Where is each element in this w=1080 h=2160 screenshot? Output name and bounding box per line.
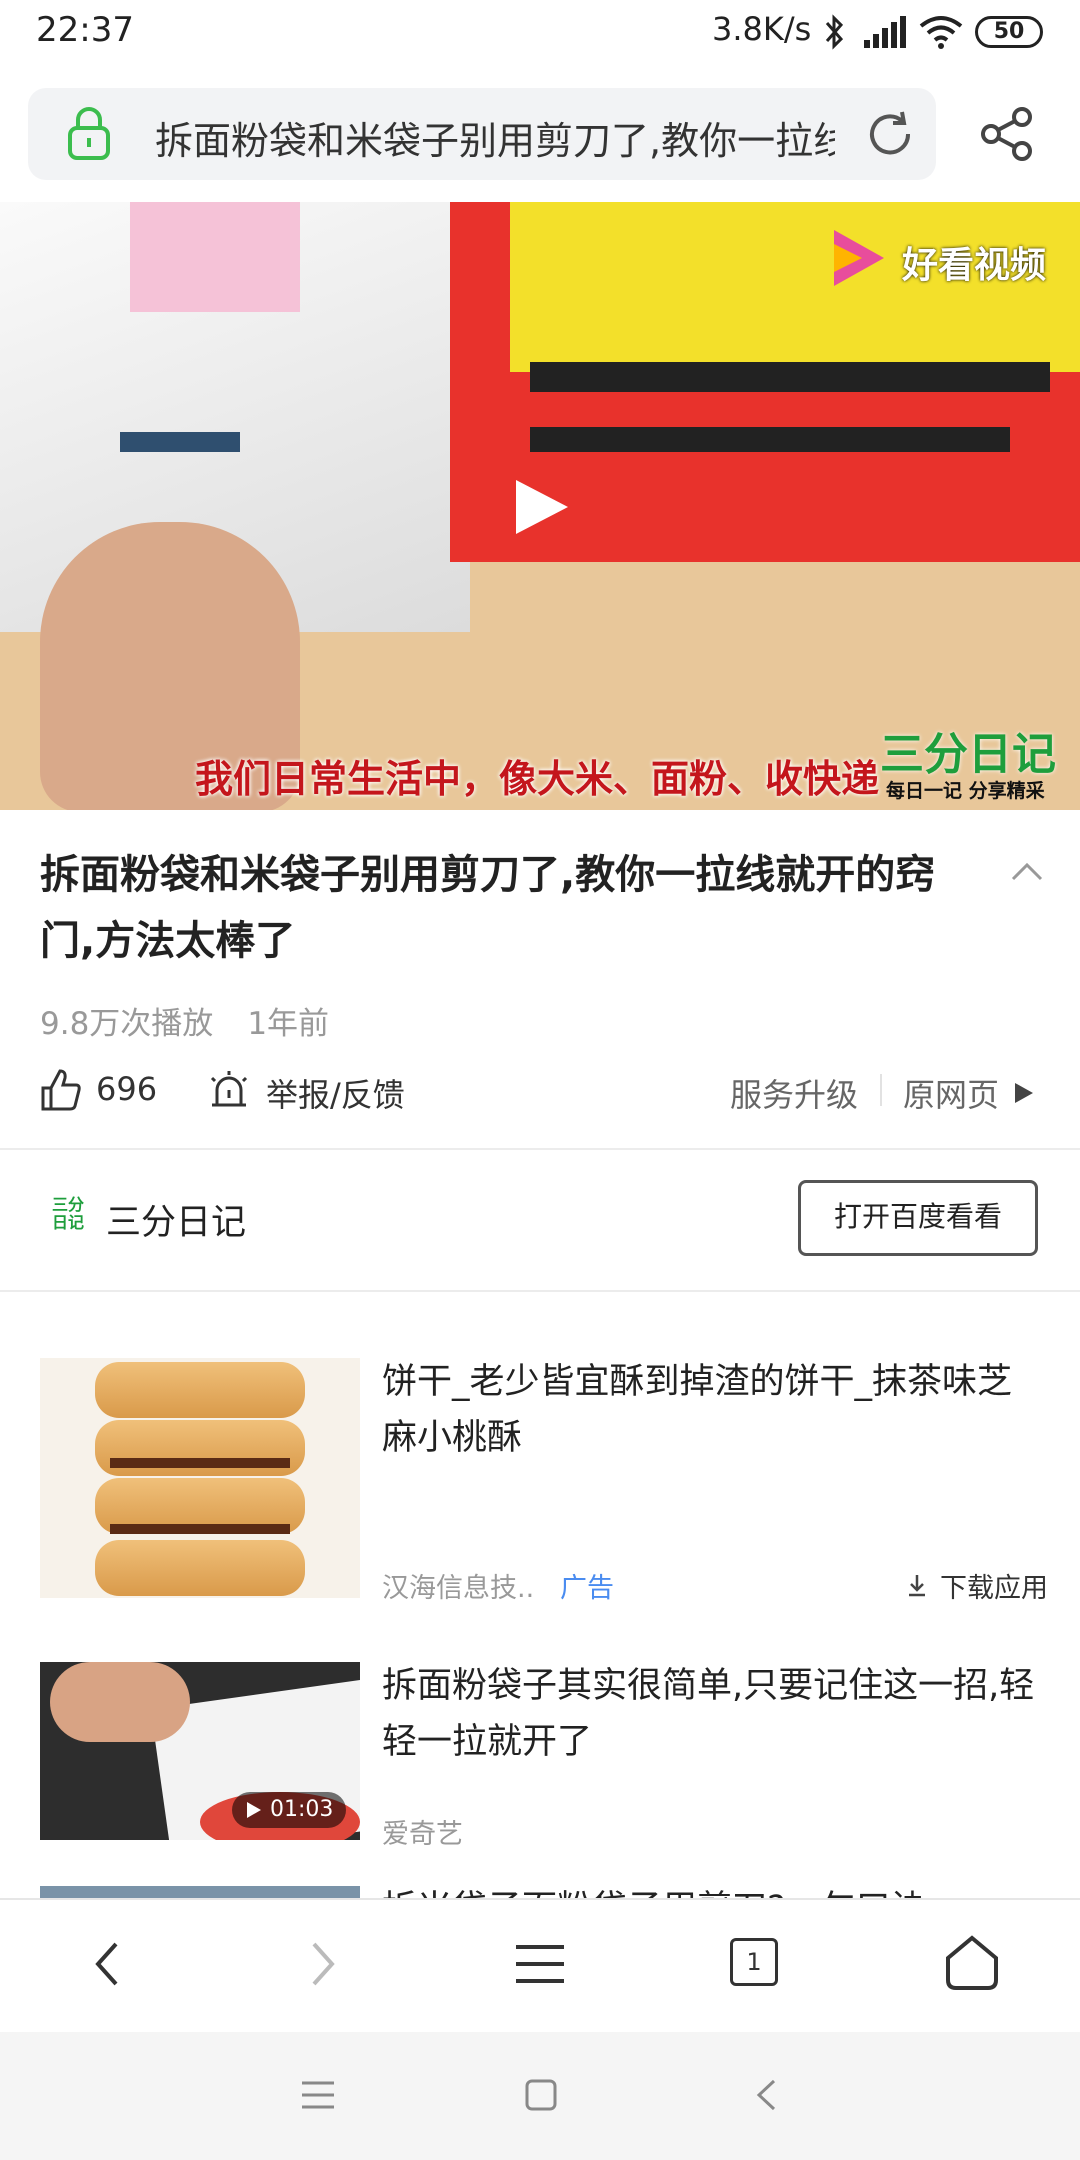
feed-item-title[interactable]: 饼干_老少皆宜酥到掉渣的饼干_抹茶味芝麻小桃酥 — [382, 1354, 1042, 1466]
video-title: 拆面粉袋和米袋子别用剪刀了,教你一拉线就开的窍门,方法太棒了 — [40, 852, 936, 964]
author-logo[interactable]: 三分日记 — [48, 1196, 88, 1236]
lock-icon[interactable] — [66, 106, 112, 160]
system-home-icon[interactable] — [524, 2078, 558, 2112]
thumb-biscuit-filling — [110, 1458, 290, 1468]
report-alarm-icon[interactable] — [206, 1068, 252, 1110]
divider — [0, 1290, 1080, 1292]
forward-icon[interactable] — [292, 1934, 352, 1994]
share-icon[interactable] — [980, 106, 1034, 162]
status-time: 22:37 — [36, 10, 134, 50]
video-subtitle: 我们日常生活中，像大米、面粉、收快递 — [195, 757, 880, 801]
divider — [880, 1074, 882, 1106]
like-count[interactable]: 696 — [96, 1070, 157, 1108]
play-arrow-icon[interactable] — [1012, 1080, 1036, 1106]
play-icon[interactable] — [512, 476, 572, 538]
thumb-hand — [50, 1662, 190, 1742]
haokan-logo-icon — [834, 230, 884, 286]
video-duration: 01:03 — [270, 1797, 334, 1822]
ad-badge: 广告 — [560, 1573, 614, 1604]
feed-item-title[interactable]: 拆面粉袋子其实很简单,只要记住这一招,轻轻一拉就开了 — [382, 1658, 1042, 1770]
service-upgrade-link[interactable]: 服务升级 — [730, 1070, 858, 1116]
author-name[interactable]: 三分日记 — [106, 1194, 246, 1245]
play-icon — [247, 1802, 261, 1818]
download-icon[interactable] — [906, 1572, 928, 1598]
signal-icon — [864, 16, 906, 48]
back-icon[interactable] — [78, 1934, 138, 1994]
feed-item-source: 汉海信息技.. — [382, 1573, 535, 1604]
report-feedback-link[interactable]: 举报/反馈 — [266, 1070, 405, 1116]
video-watermark: 好看视频 — [902, 245, 1047, 286]
video-scene-bag-stripe — [120, 432, 240, 452]
tabs-button[interactable]: 1 — [730, 1938, 778, 1986]
system-back-icon[interactable] — [754, 2078, 778, 2112]
video-brand-slogan: 每日一记 分享精采 — [886, 780, 1045, 802]
publish-age: 1年前 — [247, 1006, 330, 1042]
thumb-biscuit-filling — [110, 1524, 290, 1534]
video-scene-bag-label — [130, 202, 300, 312]
network-speed: 3.8K/s — [712, 10, 812, 48]
bluetooth-icon — [825, 14, 844, 50]
video-meta: 9.8万次播放 1年前 — [40, 998, 363, 1043]
url-text[interactable]: 拆面粉袋和米袋子别用剪刀了,教你一拉线就开的窍门,方法太棒了 — [155, 110, 835, 160]
battery-indicator: 50 — [975, 16, 1043, 48]
feed-thumbnail[interactable] — [40, 1358, 360, 1598]
menu-icon[interactable] — [510, 1934, 570, 1994]
thumb-biscuit — [95, 1540, 305, 1596]
thumbs-up-icon[interactable] — [40, 1068, 82, 1112]
feed-item-source: 爱奇艺 — [382, 1819, 463, 1850]
video-duration-badge: 01:03 — [232, 1792, 346, 1828]
original-page-link[interactable]: 原网页 — [903, 1070, 999, 1116]
divider — [0, 1148, 1080, 1150]
thumb-biscuit — [95, 1362, 305, 1418]
video-brand-name: 三分日记 — [880, 729, 1056, 780]
wifi-icon — [919, 16, 963, 49]
recent-apps-icon[interactable] — [300, 2078, 336, 2112]
open-baidu-button[interactable]: 打开百度看看 — [798, 1180, 1038, 1256]
video-scene-band — [530, 362, 1050, 392]
play-count: 9.8万次播放 — [40, 1006, 214, 1042]
download-app-button[interactable]: 下载应用 — [940, 1566, 1048, 1605]
reload-icon[interactable] — [864, 108, 916, 160]
chevron-up-icon[interactable] — [1010, 858, 1044, 884]
video-scene-band — [530, 427, 1010, 452]
home-icon[interactable] — [942, 1932, 1002, 1992]
